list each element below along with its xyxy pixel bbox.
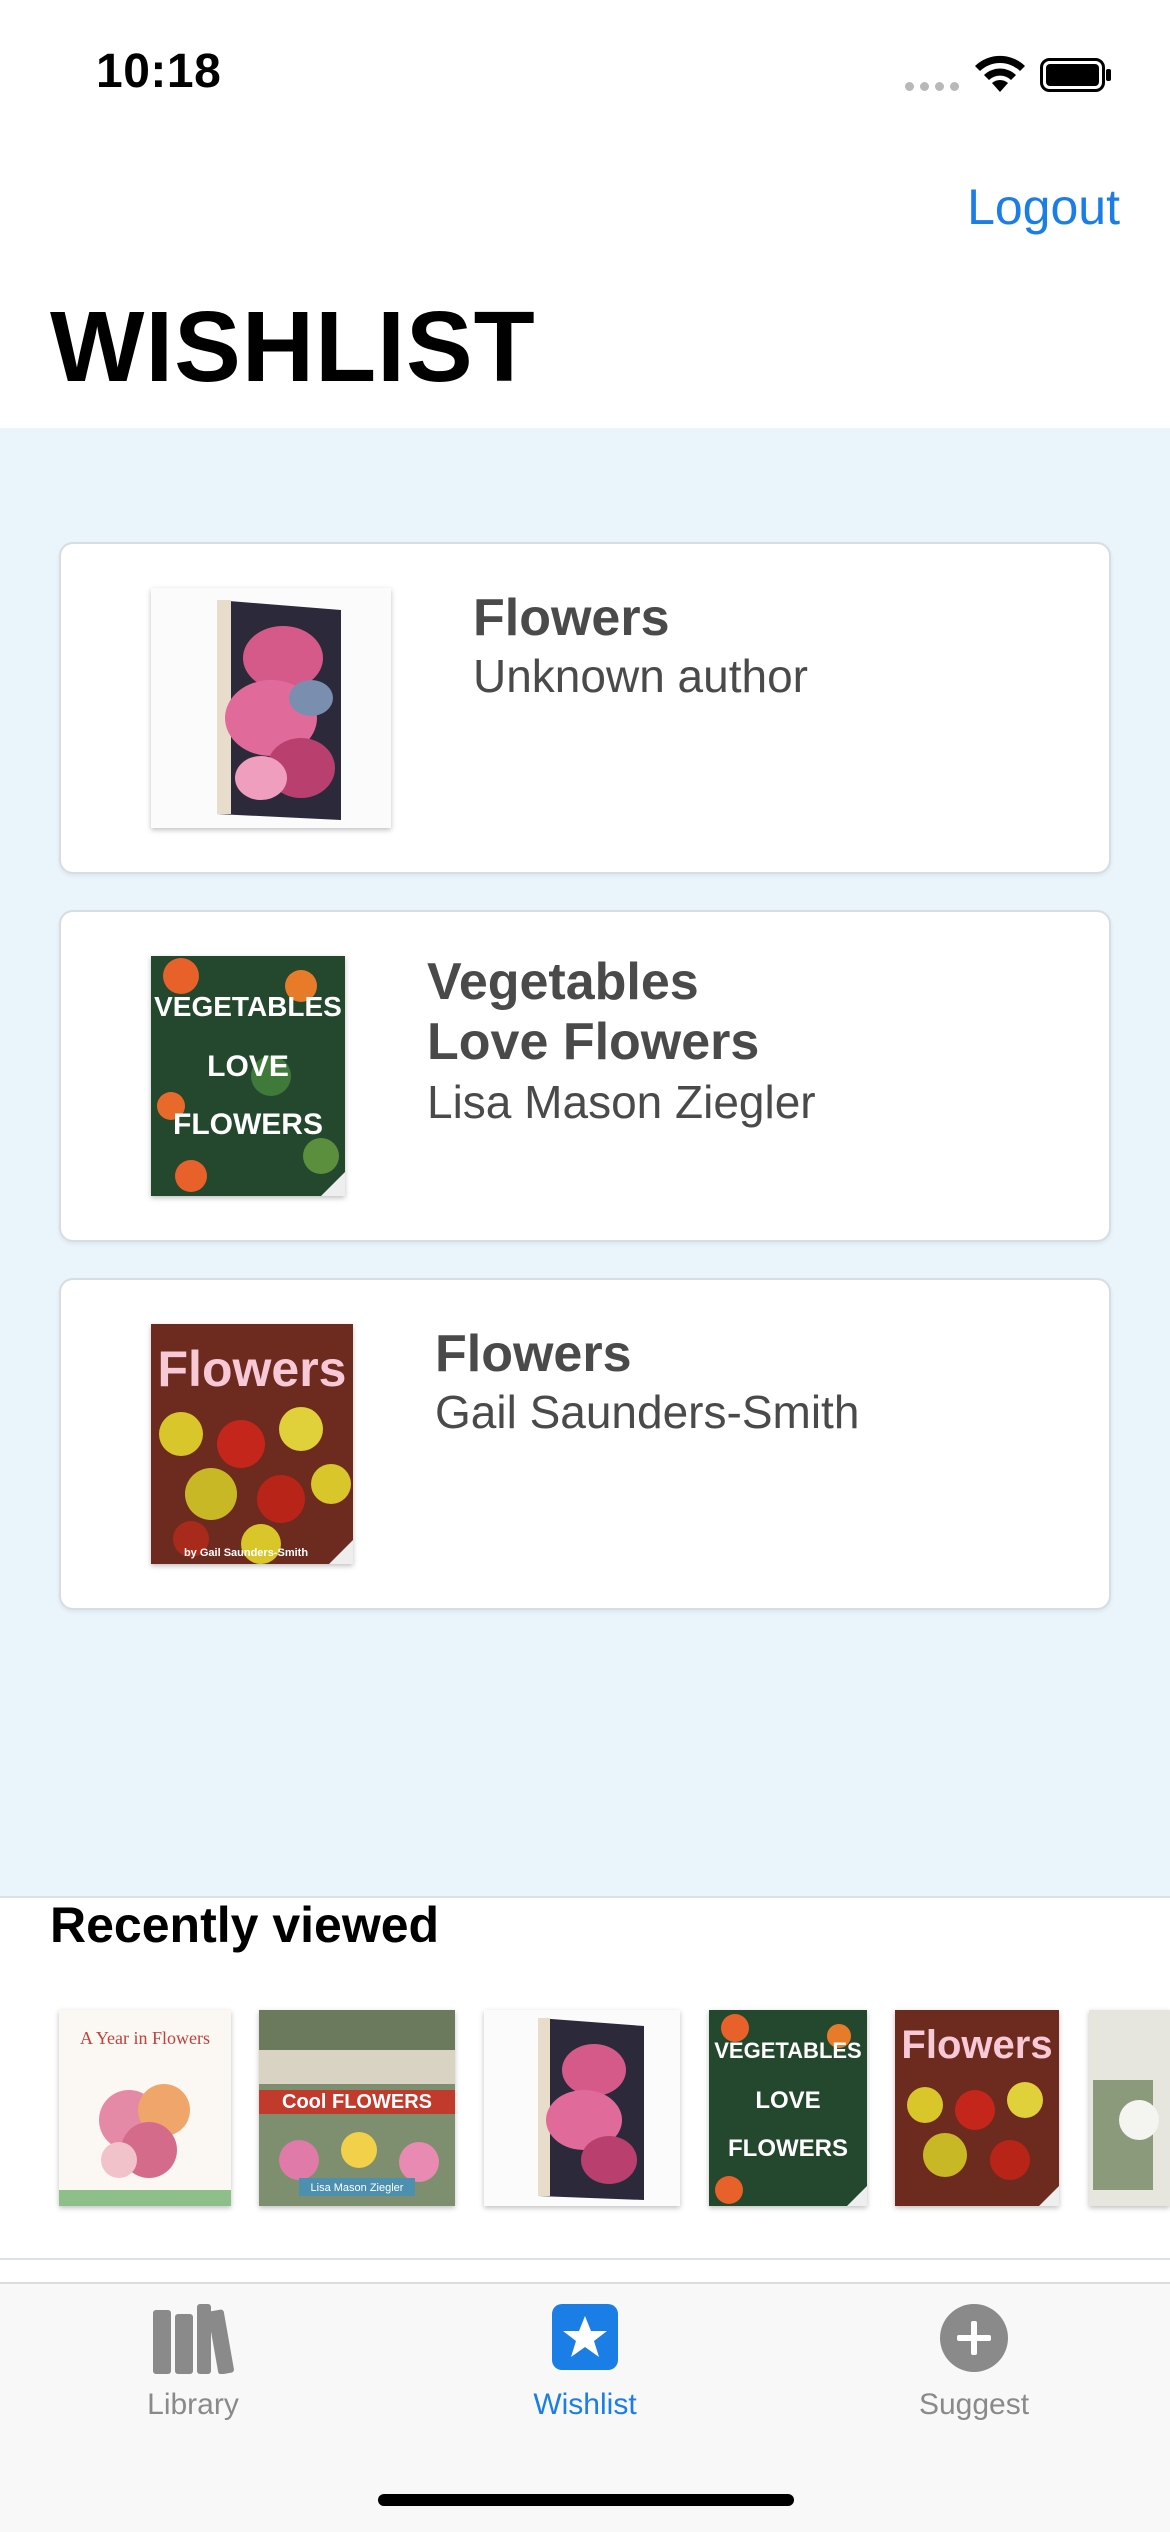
signal-icon	[905, 82, 959, 91]
wishlist-content: Flowers Unknown author VEGETABLES LOVE F…	[0, 428, 1170, 1896]
book-title: Flowers	[435, 1325, 632, 1383]
books-icon	[153, 2304, 234, 2374]
app-screen: 10:18 Logout WISHLIST Flowers Unknown au…	[0, 0, 1170, 2532]
tab-label: Wishlist	[533, 2388, 637, 2421]
recent-thumb[interactable]	[1089, 2010, 1170, 2206]
battery-icon	[1040, 58, 1111, 92]
book-author: Unknown author	[473, 650, 808, 702]
recent-thumb[interactable]: VEGETABLES LOVE FLOWERS	[709, 2010, 867, 2206]
recent-thumb[interactable]: Cool FLOWERS Lisa Mason Ziegler	[259, 2010, 455, 2206]
page-title: WISHLIST	[50, 291, 536, 403]
cover-line1: VEGETABLES	[154, 991, 342, 1022]
tab-suggest[interactable]: Suggest	[844, 2300, 1104, 2430]
wishlist-item[interactable]: Flowers by Gail Saunders-Smith Flowers G…	[59, 1278, 1111, 1610]
book-author: Gail Saunders-Smith	[435, 1386, 860, 1438]
book-cover	[151, 588, 391, 828]
wishlist-item[interactable]: Flowers Unknown author	[59, 542, 1111, 874]
cover-line2: LOVE	[207, 1050, 289, 1083]
thumb-author: Lisa Mason Ziegler	[311, 2182, 404, 2194]
logout-button[interactable]: Logout	[967, 178, 1120, 236]
book-title-line2: Love Flowers	[427, 1013, 760, 1071]
thumb-line1: VEGETABLES	[714, 2038, 862, 2063]
recently-viewed-title: Recently viewed	[50, 1897, 440, 1953]
thumb-title: Flowers	[901, 2023, 1052, 2067]
tab-label: Library	[147, 2388, 239, 2421]
tab-label: Suggest	[918, 2388, 1030, 2421]
thumb-line2: LOVE	[755, 2087, 820, 2114]
tab-library[interactable]: Library	[63, 2300, 323, 2430]
wishlist-item[interactable]: VEGETABLES LOVE FLOWERS Vegetables Love …	[59, 910, 1111, 1242]
thumb-line3: FLOWERS	[728, 2135, 848, 2162]
cover-byline: by Gail Saunders-Smith	[184, 1547, 308, 1559]
wifi-icon	[975, 55, 1025, 92]
thumb-title: Cool FLOWERS	[282, 2091, 432, 2113]
thumb-title: A Year in Flowers	[80, 2028, 210, 2048]
book-cover: VEGETABLES LOVE FLOWERS	[151, 956, 345, 1196]
book-author: Lisa Mason Ziegler	[427, 1076, 816, 1128]
status-time: 10:18	[96, 45, 222, 98]
plus-circle-icon	[940, 2304, 1008, 2372]
book-cover: Flowers by Gail Saunders-Smith	[151, 1324, 353, 1564]
cover-title: Flowers	[158, 1341, 347, 1397]
book-title: Flowers	[473, 589, 670, 647]
status-bar: 10:18	[0, 0, 1170, 140]
recent-thumb[interactable]	[484, 2010, 680, 2206]
cover-line3: FLOWERS	[173, 1108, 323, 1141]
book-title-line1: Vegetables	[427, 953, 699, 1011]
recent-thumb[interactable]: Flowers	[895, 2010, 1059, 2206]
star-icon	[552, 2304, 618, 2370]
home-indicator	[378, 2494, 794, 2506]
tab-wishlist[interactable]: Wishlist	[455, 2300, 715, 2430]
recent-thumb[interactable]: A Year in Flowers	[59, 2010, 231, 2206]
